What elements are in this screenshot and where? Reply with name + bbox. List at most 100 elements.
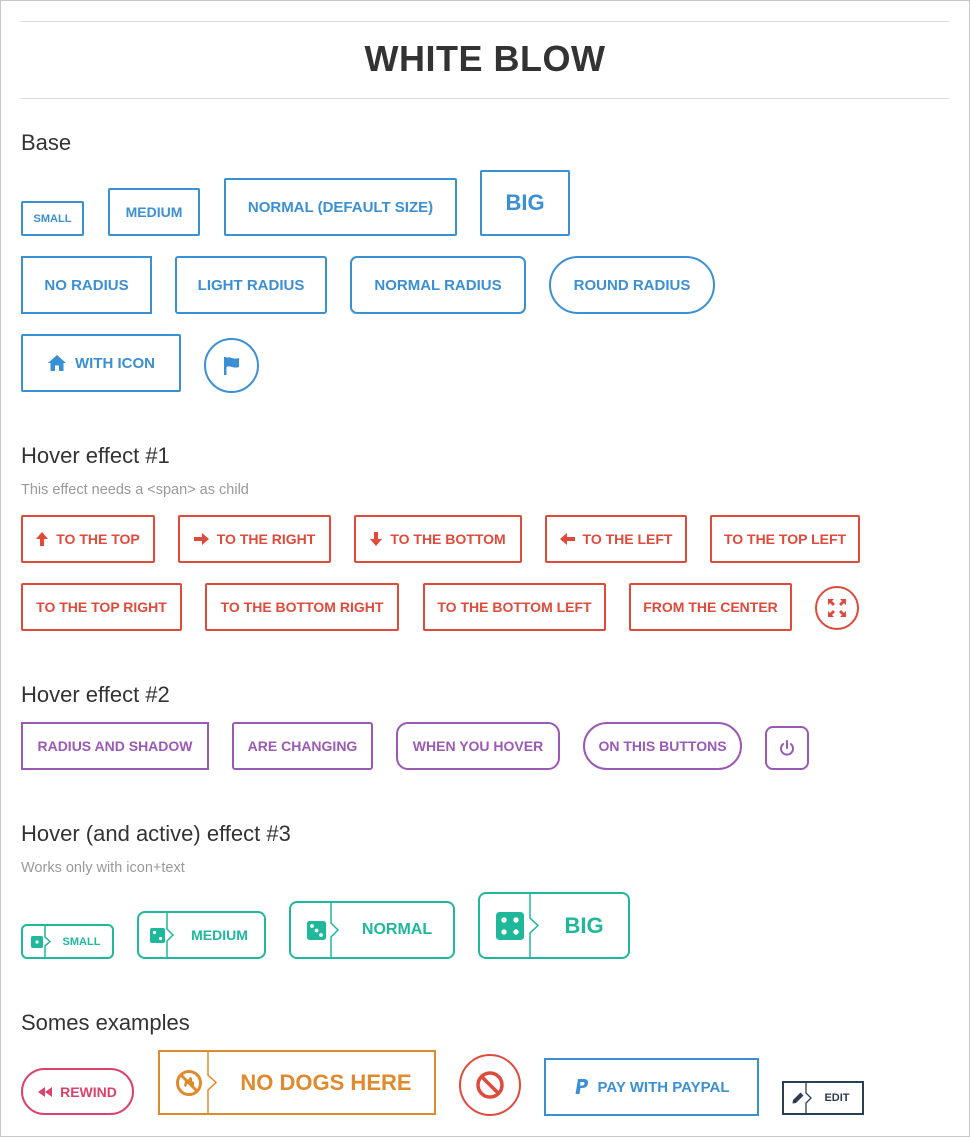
medium-button[interactable]: MEDIUM <box>108 188 200 236</box>
paypal-icon <box>574 1078 590 1096</box>
arrow-right-icon <box>193 533 209 545</box>
title-divider <box>21 98 949 99</box>
no-dogs-icon-part <box>160 1052 218 1113</box>
edit-icon-part <box>784 1083 812 1113</box>
expand-icon <box>827 598 847 618</box>
hover1-note: This effect needs a <span> as child <box>21 482 249 498</box>
light-radius-label: LIGHT RADIUS <box>197 276 305 294</box>
to-the-left-button[interactable]: TO THE LEFT <box>545 515 687 563</box>
to-the-bottom-label: TO THE BOTTOM <box>390 531 506 547</box>
rewind-icon <box>38 1086 53 1097</box>
dice-normal-icon-part <box>291 903 341 957</box>
flag-icon <box>221 355 243 377</box>
to-the-bottom-left-button[interactable]: TO THE BOTTOM LEFT <box>423 583 606 631</box>
with-icon-button[interactable]: WITH ICON <box>21 334 181 392</box>
ban-icon <box>475 1070 505 1100</box>
to-the-bottom-right-button[interactable]: TO THE BOTTOM RIGHT <box>205 583 399 631</box>
small-button[interactable]: SMALL <box>21 201 84 236</box>
power-icon-button[interactable] <box>765 726 809 770</box>
are-changing-button[interactable]: ARE CHANGING <box>232 722 373 770</box>
section-heading-examples: Somes examples <box>21 1010 190 1035</box>
big-button-label: BIG <box>505 190 545 215</box>
split-chevron <box>44 926 52 957</box>
dice-normal-button[interactable]: NORMAL <box>289 901 455 959</box>
section-heading-base: Base <box>21 130 72 155</box>
normal-size-button-label: NORMAL (DEFAULT SIZE) <box>247 198 434 216</box>
no-radius-button[interactable]: NO RADIUS <box>21 256 152 314</box>
dice-big-button[interactable]: BIG <box>478 892 630 959</box>
arrow-down-icon <box>370 532 383 546</box>
flag-icon-button[interactable] <box>204 338 259 393</box>
no-dogs-label: NO DOGS HERE <box>240 1069 412 1095</box>
split-chevron <box>805 1083 812 1113</box>
normal-size-button[interactable]: NORMAL (DEFAULT SIZE) <box>224 178 457 236</box>
hover3-note: Works only with icon+text <box>21 860 185 876</box>
from-the-center-label: FROM THE CENTER <box>643 599 778 615</box>
round-radius-label: ROUND RADIUS <box>573 276 691 294</box>
with-icon-label: WITH ICON <box>75 354 155 372</box>
to-the-bottom-left-label: TO THE BOTTOM LEFT <box>437 599 592 615</box>
normal-radius-button[interactable]: NORMAL RADIUS <box>350 256 526 314</box>
pencil-icon <box>792 1092 804 1104</box>
arrow-up-icon <box>36 532 49 546</box>
dice-normal-label: NORMAL <box>361 921 433 938</box>
paypal-button[interactable]: PAY WITH PAYPAL <box>544 1058 759 1116</box>
dice-medium-button[interactable]: MEDIUM <box>137 911 266 959</box>
when-you-hover-button[interactable]: WHEN YOU HOVER <box>396 722 560 770</box>
dice-two-icon <box>149 927 165 943</box>
dice-big-icon-part <box>480 894 540 957</box>
to-the-bottom-button[interactable]: TO THE BOTTOM <box>354 515 522 563</box>
page-title: WHITE BLOW <box>364 38 606 79</box>
home-icon <box>47 354 67 372</box>
dice-four-icon <box>496 911 524 940</box>
when-you-hover-label: WHEN YOU HOVER <box>412 738 544 754</box>
to-the-top-left-button[interactable]: TO THE TOP LEFT <box>710 515 860 563</box>
paypal-label: PAY WITH PAYPAL <box>597 1078 730 1096</box>
expand-icon-button[interactable] <box>815 586 859 630</box>
to-the-right-button[interactable]: TO THE RIGHT <box>178 515 331 563</box>
to-the-top-right-label: TO THE TOP RIGHT <box>36 599 167 615</box>
to-the-top-button[interactable]: TO THE TOP <box>21 515 155 563</box>
from-the-center-button[interactable]: FROM THE CENTER <box>629 583 792 631</box>
arrow-left-icon <box>559 533 575 545</box>
power-icon <box>778 739 796 757</box>
round-radius-button[interactable]: ROUND RADIUS <box>549 256 715 314</box>
dice-medium-icon-part <box>139 913 175 957</box>
medium-button-label: MEDIUM <box>125 204 183 220</box>
forbidden-button[interactable] <box>459 1054 521 1116</box>
split-chevron <box>207 1052 218 1113</box>
big-button[interactable]: BIG <box>480 170 570 236</box>
section-heading-hover1: Hover effect #1 <box>21 443 170 468</box>
to-the-right-label: TO THE RIGHT <box>216 531 316 547</box>
small-button-label: SMALL <box>33 212 72 225</box>
top-divider <box>21 21 949 22</box>
edit-label: EDIT <box>824 1092 850 1104</box>
to-the-top-left-label: TO THE TOP LEFT <box>723 531 847 547</box>
to-the-left-label: TO THE LEFT <box>582 531 673 547</box>
rewind-label: REWIND <box>60 1083 117 1100</box>
edit-button[interactable]: EDIT <box>782 1081 864 1115</box>
split-chevron <box>529 894 540 957</box>
no-dogs-icon <box>175 1069 203 1097</box>
light-radius-button[interactable]: LIGHT RADIUS <box>175 256 327 314</box>
are-changing-label: ARE CHANGING <box>247 738 358 754</box>
dice-small-label: SMALL <box>62 935 101 948</box>
rewind-button[interactable]: REWIND <box>21 1068 134 1115</box>
no-dogs-button[interactable]: NO DOGS HERE <box>158 1050 436 1115</box>
on-this-buttons-button[interactable]: ON THIS BUTTONS <box>583 722 742 770</box>
to-the-top-right-button[interactable]: TO THE TOP RIGHT <box>21 583 182 631</box>
dice-big-label: BIG <box>564 912 604 938</box>
no-radius-label: NO RADIUS <box>44 276 129 294</box>
dice-one-icon <box>31 935 43 948</box>
radius-and-shadow-button[interactable]: RADIUS AND SHADOW <box>21 722 209 770</box>
radius-and-shadow-label: RADIUS AND SHADOW <box>37 738 193 754</box>
on-this-buttons-label: ON THIS BUTTONS <box>598 738 727 754</box>
dice-small-icon-part <box>23 926 52 957</box>
to-the-bottom-right-label: TO THE BOTTOM RIGHT <box>220 599 384 615</box>
section-heading-hover2: Hover effect #2 <box>21 682 170 707</box>
dice-small-button[interactable]: SMALL <box>21 924 114 959</box>
dice-three-icon <box>306 920 326 940</box>
section-heading-hover3: Hover (and active) effect #3 <box>21 821 291 846</box>
split-chevron <box>330 903 340 957</box>
split-chevron <box>166 913 175 957</box>
